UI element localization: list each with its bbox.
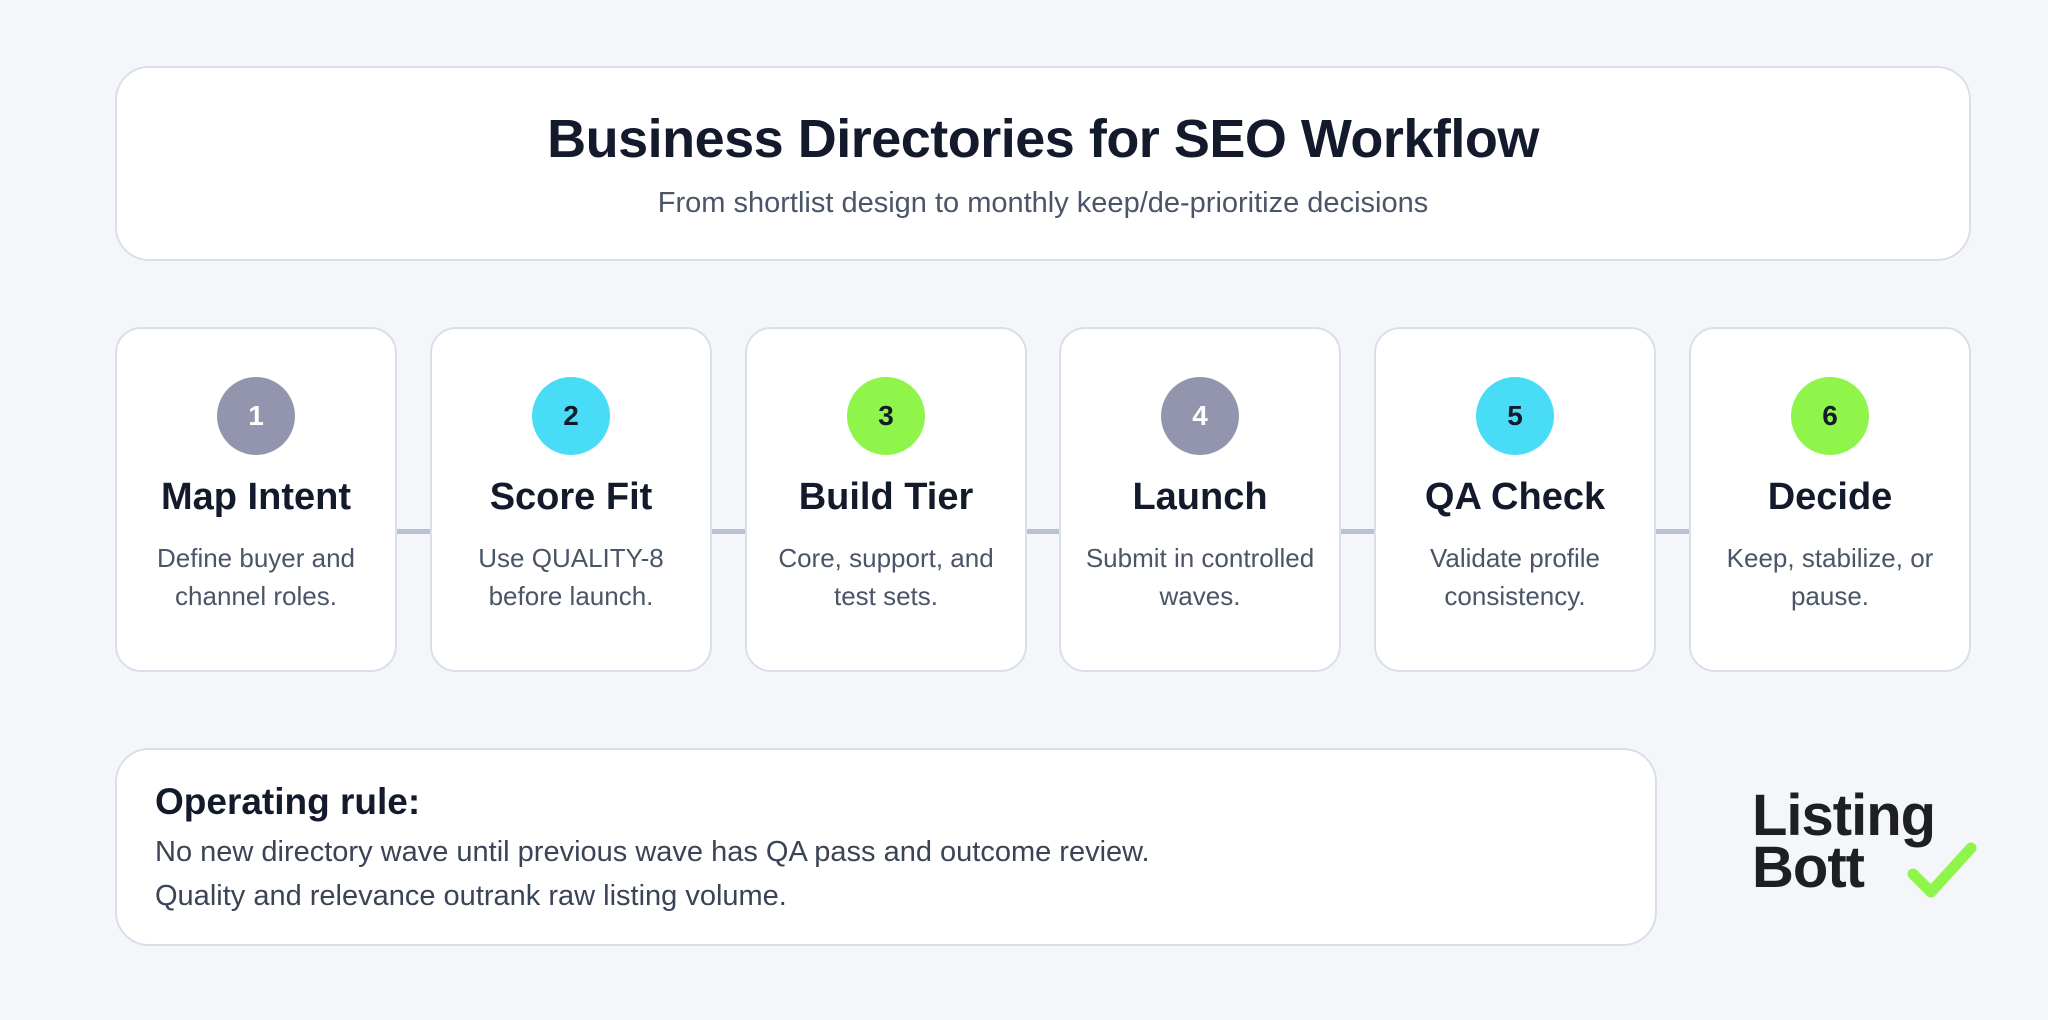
step-number-badge: 4 <box>1161 377 1239 455</box>
step-card-2: 2 Score Fit Use QUALITY-8 before launch. <box>430 327 712 672</box>
logo-word-bott: Bott <box>1752 835 1865 900</box>
step-number-badge: 1 <box>217 377 295 455</box>
step-title: Decide <box>1767 476 1893 518</box>
header-card: Business Directories for SEO Workflow Fr… <box>115 66 1971 261</box>
step-description: Core, support, and test sets. <box>778 542 994 611</box>
step-card-4: 4 Launch Submit in controlled waves. <box>1059 327 1341 672</box>
page-subtitle: From shortlist design to monthly keep/de… <box>657 186 1429 219</box>
step-card-3: 3 Build Tier Core, support, and test set… <box>745 327 1027 672</box>
step-title: Build Tier <box>798 476 974 518</box>
step-title: Launch <box>1132 476 1268 518</box>
step-card-1: 1 Map Intent Define buyer and channel ro… <box>115 327 397 672</box>
operating-rule-line-1: No new directory wave until previous wav… <box>155 836 1150 869</box>
operating-rule-card: Operating rule: No new directory wave un… <box>115 748 1657 946</box>
operating-rule-heading: Operating rule: <box>155 781 421 822</box>
workflow-infographic: Business Directories for SEO Workflow Fr… <box>0 0 2048 1020</box>
step-card-6: 6 Decide Keep, stabilize, or pause. <box>1689 327 1971 672</box>
step-title: Score Fit <box>489 476 653 518</box>
page-title: Business Directories for SEO Workflow <box>547 109 1539 169</box>
operating-rule-line-2: Quality and relevance outrank raw listin… <box>155 880 787 913</box>
step-card-5: 5 QA Check Validate profile consistency. <box>1374 327 1656 672</box>
step-number-badge: 3 <box>847 377 925 455</box>
step-number-badge: 5 <box>1476 377 1554 455</box>
checkmark-icon <box>1907 842 1977 898</box>
step-title: QA Check <box>1424 476 1606 518</box>
step-description: Use QUALITY-8 before launch. <box>478 542 664 611</box>
step-description: Keep, stabilize, or pause. <box>1726 542 1934 611</box>
step-title: Map Intent <box>161 476 351 518</box>
step-number-badge: 6 <box>1791 377 1869 455</box>
step-number-badge: 2 <box>532 377 610 455</box>
step-description: Submit in controlled waves. <box>1085 542 1315 611</box>
listingbott-logo: Listing Bott <box>1752 787 1977 900</box>
step-description: Validate profile consistency. <box>1429 542 1601 611</box>
step-description: Define buyer and channel roles. <box>156 542 356 611</box>
